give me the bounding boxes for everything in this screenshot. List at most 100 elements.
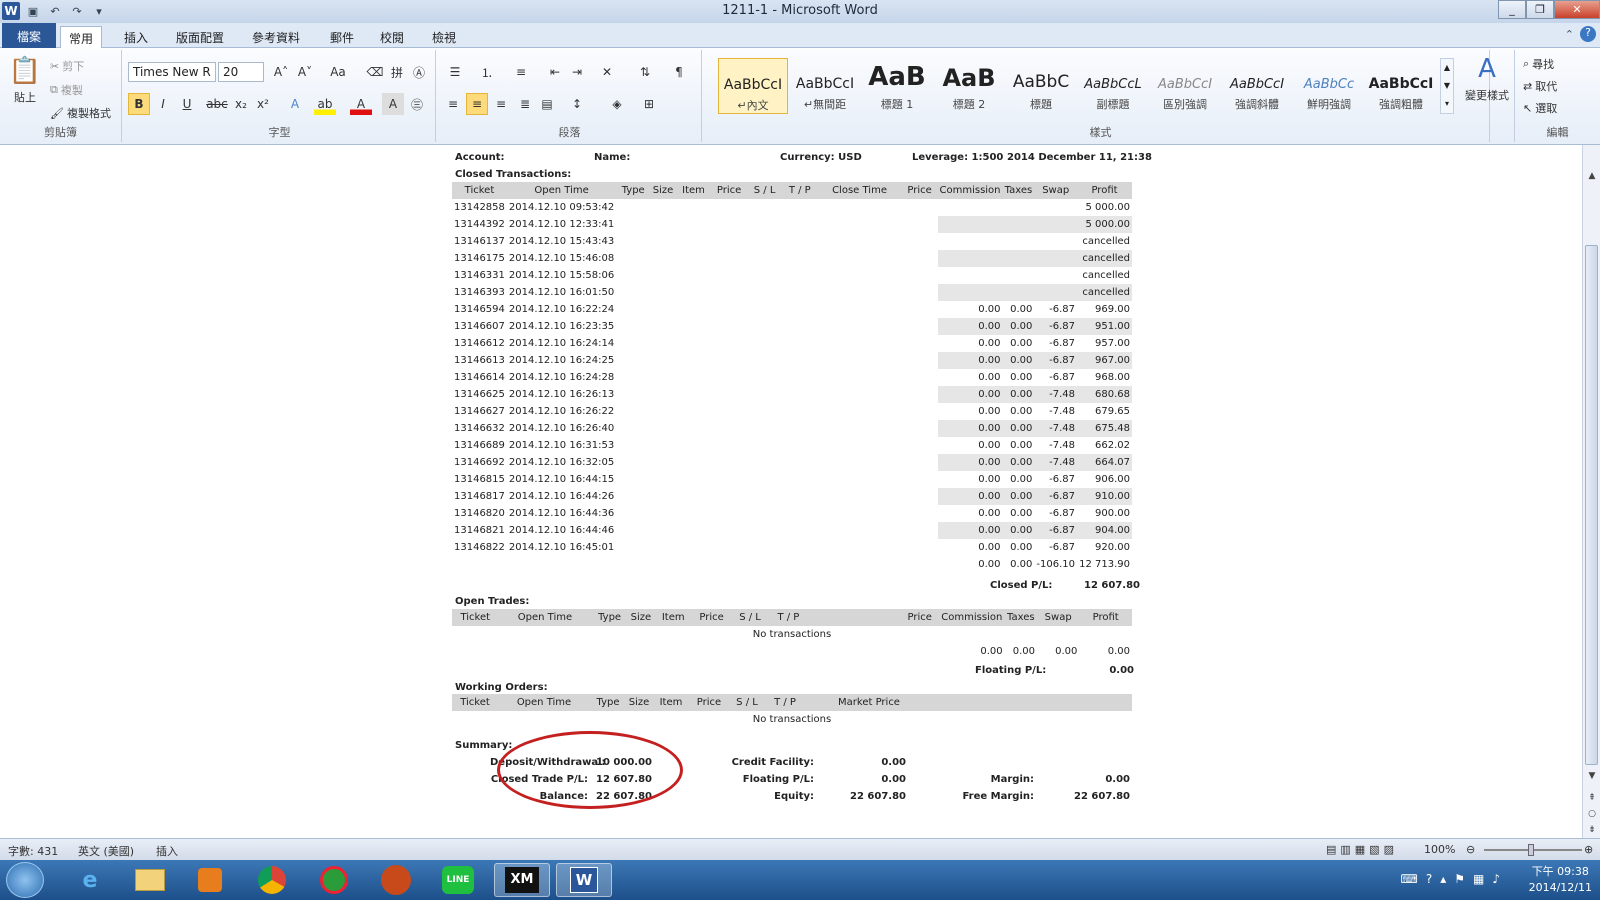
clear-format-icon[interactable]: ⌫ (364, 61, 386, 83)
line-spacing-icon[interactable]: ↕ (566, 93, 588, 115)
network-icon[interactable]: ▦ (1473, 872, 1484, 886)
find-button[interactable]: ⌕ 尋找 (1523, 56, 1554, 72)
increase-indent-icon[interactable]: ⇥ (566, 61, 588, 83)
zoom-in-icon[interactable]: ⊕ (1584, 843, 1593, 856)
text-effects-icon[interactable]: A (284, 93, 306, 115)
font-size-box[interactable]: 20 (218, 62, 264, 82)
insert-mode[interactable]: 插入 (156, 843, 178, 859)
view-buttons[interactable]: ▤▥▦▧▨ (1326, 843, 1398, 856)
media-player-icon[interactable] (182, 863, 238, 897)
decrease-indent-icon[interactable]: ⇤ (544, 61, 566, 83)
multilevel-list-icon[interactable]: ≡ (510, 61, 532, 83)
change-styles-button[interactable]: A 變更樣式 (1460, 54, 1514, 103)
italic-icon[interactable]: I (152, 93, 174, 115)
start-button[interactable] (6, 862, 44, 898)
cut-button[interactable]: ✂ 剪下 (50, 58, 84, 74)
help-tray-icon[interactable]: ? (1426, 872, 1432, 886)
style-strong[interactable]: AaBbCcI 強調粗體 (1366, 58, 1436, 114)
distributed-icon[interactable]: ▤ (536, 93, 558, 115)
font-name-box[interactable]: Times New R (128, 62, 216, 82)
security-icon[interactable]: ⚑ (1454, 872, 1465, 886)
underline-icon[interactable]: U (176, 93, 198, 115)
grow-font-icon[interactable]: A˄ (270, 61, 292, 83)
style-subtle-emphasis[interactable]: AaBbCcI 區別強調 (1150, 58, 1220, 114)
format-painter-button[interactable]: 🖌 複製格式 (50, 105, 111, 121)
align-right-icon[interactable]: ≡ (490, 93, 512, 115)
style-emphasis[interactable]: AaBbCcI 強調斜體 (1222, 58, 1292, 114)
collapse-ribbon-icon[interactable]: ⌃ (1565, 28, 1574, 41)
language-indicator[interactable]: 英文 (美國) (78, 843, 134, 859)
font-color-icon[interactable]: A (350, 93, 372, 115)
tab-insert[interactable]: 插入 (116, 26, 156, 48)
next-page-icon[interactable]: ⇟ (1583, 825, 1600, 839)
align-left-icon[interactable]: ≡ (442, 93, 464, 115)
tab-review[interactable]: 校閱 (372, 26, 412, 48)
styles-scroll-icon[interactable]: ▲ ▼ ▾ (1440, 58, 1454, 114)
scroll-thumb[interactable] (1585, 245, 1598, 765)
volume-icon[interactable]: ♪ (1492, 872, 1500, 886)
close-button[interactable]: ✕ (1554, 0, 1600, 19)
tab-layout[interactable]: 版面配置 (168, 26, 232, 48)
maximize-button[interactable]: ❐ (1526, 0, 1554, 19)
vertical-scrollbar[interactable]: ▲ ▼ ⇞ ○ ⇟ (1582, 145, 1600, 838)
char-border-icon[interactable]: Ⓐ (408, 61, 430, 83)
word-count[interactable]: 字數: 431 (8, 843, 58, 859)
tab-file[interactable]: 檔案 (2, 23, 56, 48)
game-app-icon[interactable] (368, 863, 424, 897)
style-title[interactable]: AaBbC 標題 (1006, 58, 1076, 114)
justify-icon[interactable]: ≣ (514, 93, 536, 115)
strikethrough-icon[interactable]: abc (206, 93, 228, 115)
scroll-down-icon[interactable]: ▼ (1583, 771, 1600, 785)
zoom-level[interactable]: 100% (1424, 843, 1455, 856)
bold-icon[interactable]: B (128, 93, 150, 115)
style-intense-emphasis[interactable]: AaBbCc 鮮明強調 (1294, 58, 1364, 114)
shrink-font-icon[interactable]: A˅ (294, 61, 316, 83)
help-icon[interactable]: ? (1580, 26, 1596, 42)
align-center-icon[interactable]: ≡ (466, 93, 488, 115)
show-marks-icon[interactable]: ¶ (668, 61, 690, 83)
copy-button[interactable]: ⧉ 複製 (50, 82, 83, 98)
numbering-icon[interactable]: ⒈ (476, 61, 498, 83)
paste-button[interactable]: 📋 貼上 (8, 56, 42, 105)
ie-icon[interactable]: e (62, 863, 118, 897)
style-subtitle[interactable]: AaBbCcL 副標題 (1078, 58, 1148, 114)
style-heading1[interactable]: AaB 標題 1 (862, 58, 932, 114)
scroll-up-icon[interactable]: ▲ (1583, 171, 1600, 185)
superscript-icon[interactable]: x² (252, 93, 274, 115)
style-heading2[interactable]: AaB 標題 2 (934, 58, 1004, 114)
char-shading-icon[interactable]: A (382, 93, 404, 115)
enclose-char-icon[interactable]: ㊂ (406, 93, 428, 115)
show-hidden-icon[interactable]: ▴ (1440, 872, 1446, 886)
shading-icon[interactable]: ◈ (606, 93, 628, 115)
highlight-icon[interactable]: ab (314, 93, 336, 115)
tab-home[interactable]: 常用 (60, 26, 103, 49)
tab-mailings[interactable]: 郵件 (322, 26, 362, 48)
phonetic-guide-icon[interactable]: 拼 (386, 61, 408, 83)
empty-cell (616, 216, 650, 233)
line-app-icon[interactable]: LINE (430, 863, 486, 897)
replace-button[interactable]: ⇄ 取代 (1523, 78, 1557, 94)
asian-layout-icon[interactable]: ✕ (596, 61, 618, 83)
style-normal[interactable]: AaBbCcI ↵內文 (718, 58, 788, 114)
word-app-taskbar-icon[interactable]: W (556, 863, 612, 897)
style-no-spacing[interactable]: AaBbCcI ↵無間距 (790, 58, 860, 114)
chrome-icon[interactable] (244, 863, 300, 897)
xm-app-icon[interactable]: XM (494, 863, 550, 897)
select-browse-icon[interactable]: ○ (1583, 809, 1600, 823)
tab-view[interactable]: 檢視 (424, 26, 464, 48)
zoom-slider-handle[interactable] (1528, 844, 1534, 856)
select-button[interactable]: ↖ 選取 (1523, 100, 1557, 116)
minimize-button[interactable]: _ (1498, 0, 1526, 19)
borders-icon[interactable]: ⊞ (638, 93, 660, 115)
explorer-icon[interactable] (122, 863, 178, 897)
subscript-icon[interactable]: x₂ (230, 93, 252, 115)
tab-references[interactable]: 參考資料 (244, 26, 308, 48)
bullets-icon[interactable]: ☰ (444, 61, 466, 83)
clock[interactable]: 下午 09:38 2014/12/11 (1529, 864, 1592, 896)
media-app-icon[interactable] (306, 863, 362, 897)
change-case-button[interactable]: Aa (324, 61, 352, 83)
prev-page-icon[interactable]: ⇞ (1583, 793, 1600, 807)
keyboard-icon[interactable]: ⌨ (1400, 872, 1417, 886)
sort-icon[interactable]: ⇅ (634, 61, 656, 83)
zoom-out-icon[interactable]: ⊖ (1466, 843, 1475, 856)
